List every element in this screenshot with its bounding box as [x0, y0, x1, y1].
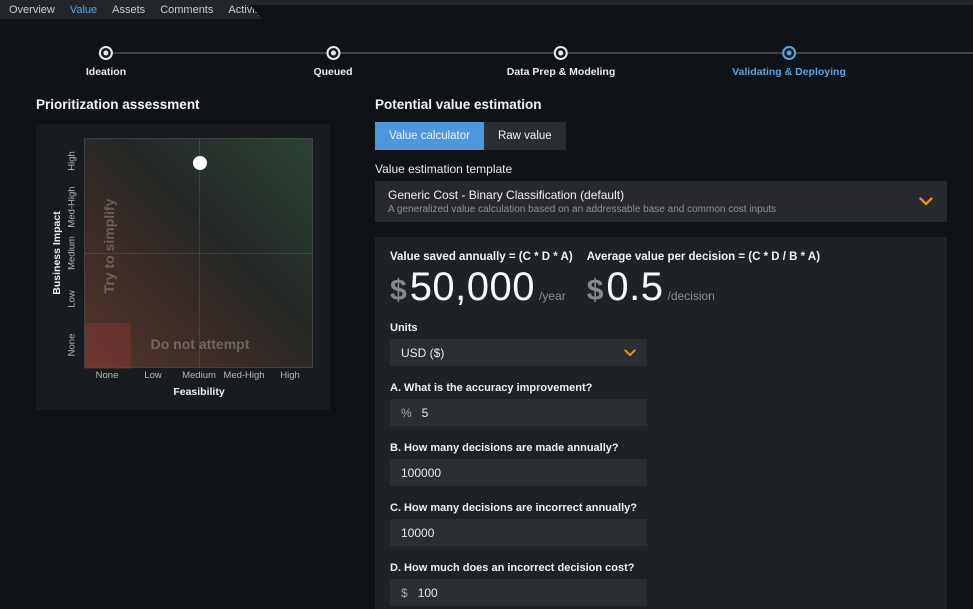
step-validating-deploying[interactable]: Validating & Deploying: [732, 40, 846, 78]
nav-tab-comments[interactable]: Comments: [160, 4, 213, 16]
currency-symbol: $: [587, 274, 604, 308]
dollar-prefix: $: [401, 586, 408, 600]
step-ideation[interactable]: Ideation: [86, 40, 126, 78]
step-dot-icon: [554, 46, 568, 60]
step-label: Data Prep & Modeling: [507, 66, 616, 78]
annual-formula-label: Value saved annually = (C * D * A): [390, 251, 573, 263]
value-calculator-card: Value saved annually = (C * D * A) $ 50,…: [375, 237, 947, 609]
assessment-point[interactable]: [193, 156, 207, 170]
field-d-label: D. How much does an incorrect decision c…: [390, 562, 647, 574]
nav-tab-assets[interactable]: Assets: [112, 4, 145, 16]
x-tick: Medium: [182, 370, 216, 381]
units-value: USD ($): [401, 346, 444, 360]
prioritization-title: Prioritization assessment: [36, 97, 200, 112]
template-name: Generic Cost - Binary Classification (de…: [388, 188, 919, 202]
risk-cell-low-low: [85, 323, 131, 369]
chevron-down-icon: [919, 197, 947, 206]
units-label: Units: [390, 322, 647, 334]
annotation-do-not-attempt: Do not attempt: [151, 336, 250, 352]
step-label: Queued: [313, 66, 352, 78]
nav-tab-overview[interactable]: Overview: [9, 4, 55, 16]
per-decision-formula-label: Average value per decision = (C * D / B …: [587, 251, 820, 263]
field-a-input[interactable]: [422, 406, 636, 420]
prioritization-chart: Try to simplify Do not attempt None Low …: [36, 124, 330, 410]
x-axis-label: Feasibility: [173, 386, 224, 398]
field-a-box: %: [390, 399, 647, 426]
template-description: A generalized value calculation based on…: [388, 204, 919, 215]
field-a-label: A. What is the accuracy improvement?: [390, 382, 647, 394]
step-data-prep-modeling[interactable]: Data Prep & Modeling: [507, 40, 616, 78]
field-d-box: $: [390, 579, 647, 606]
field-c-box: [390, 519, 647, 546]
step-dot-icon: [326, 46, 340, 60]
annual-value-block: Value saved annually = (C * D * A) $ 50,…: [390, 251, 573, 310]
per-decision-block: Average value per decision = (C * D / B …: [587, 251, 820, 310]
nav-tab-activity[interactable]: Activity: [228, 4, 263, 16]
field-b-box: [390, 459, 647, 486]
annual-value: 50,000: [410, 265, 535, 310]
step-label: Validating & Deploying: [732, 66, 846, 78]
x-tick: Low: [144, 370, 161, 381]
y-tick: Low: [67, 290, 78, 307]
y-tick: High: [67, 151, 78, 171]
currency-symbol: $: [390, 274, 407, 308]
field-c-input[interactable]: [401, 526, 636, 540]
value-panel-title: Potential value estimation: [375, 97, 542, 112]
per-decision-unit: /decision: [667, 289, 714, 303]
tab-value-calculator[interactable]: Value calculator: [375, 122, 484, 150]
field-b-label: B. How many decisions are made annually?: [390, 442, 647, 454]
x-tick: None: [96, 370, 119, 381]
units-select[interactable]: USD ($): [390, 339, 647, 366]
per-decision-value: 0.5: [606, 265, 663, 310]
nav-tab-value[interactable]: Value: [70, 4, 97, 16]
tab-raw-value[interactable]: Raw value: [484, 122, 566, 150]
x-tick: High: [280, 370, 300, 381]
top-nav: Overview Value Assets Comments Activity: [0, 0, 262, 19]
annual-unit: /year: [539, 289, 566, 303]
gridline-horizontal: [85, 253, 312, 254]
x-tick: Med-High: [223, 370, 264, 381]
y-tick: None: [67, 334, 78, 357]
y-tick: Med-High: [67, 186, 78, 227]
field-d-input[interactable]: [418, 586, 636, 600]
percent-prefix: %: [401, 406, 412, 420]
y-tick: Medium: [67, 236, 78, 270]
field-c-label: C. How many decisions are incorrect annu…: [390, 502, 647, 514]
progress-stepper: Ideation Queued Data Prep & Modeling Val…: [0, 40, 973, 78]
chevron-down-icon: [624, 349, 636, 357]
step-label: Ideation: [86, 66, 126, 78]
step-dot-icon: [99, 46, 113, 60]
value-mode-tabs: Value calculator Raw value: [375, 122, 566, 150]
step-dot-icon: [782, 46, 796, 60]
field-b-input[interactable]: [401, 466, 636, 480]
annotation-try-to-simplify: Try to simplify: [101, 199, 117, 294]
step-queued[interactable]: Queued: [313, 40, 352, 78]
quadrant-plot-area[interactable]: Try to simplify Do not attempt: [84, 138, 313, 368]
template-section-label: Value estimation template: [375, 162, 512, 176]
y-axis-label: Business Impact: [51, 211, 63, 294]
template-select[interactable]: Generic Cost - Binary Classification (de…: [375, 181, 947, 222]
